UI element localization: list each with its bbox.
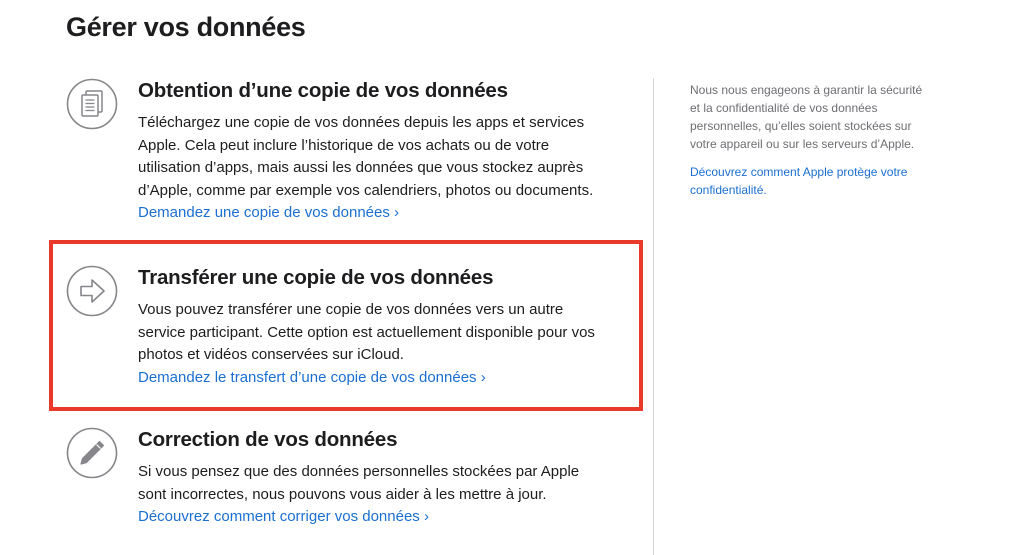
description-line: d’Apple, comme par exemple vos calendrie…	[138, 181, 594, 199]
aside-text-line: Nous nous engageons à garantir la sécuri…	[690, 83, 923, 97]
page-title: Gérer vos données	[66, 12, 306, 42]
aside-text-line: et la confidentialité de vos données	[690, 101, 878, 115]
vertical-divider	[653, 78, 654, 555]
privacy-protection-link[interactable]: Découvrez comment Apple protège votre co…	[690, 163, 945, 199]
link-line: Découvrez comment Apple protège votre	[690, 165, 908, 179]
request-copy-link[interactable]: Demandez une copie de vos données ›	[138, 202, 399, 224]
link-line: confidentialité.	[690, 183, 767, 197]
pencil-icon	[66, 427, 118, 479]
description-line: Téléchargez une copie de vos données dep…	[138, 114, 585, 131]
section-title: Correction de vos données	[138, 428, 398, 451]
section-description: Téléchargez une copie de vos données dep…	[138, 112, 628, 202]
arrow-right-icon	[66, 265, 118, 317]
description-line: Apple. Cela peut inclure l’historique de…	[138, 136, 550, 154]
section-description: Vous pouvez transférer une copie de vos …	[138, 299, 628, 367]
aside-text: Nous nous engageons à garantir la sécuri…	[690, 81, 945, 153]
description-line: Vous pouvez transférer une copie de vos …	[138, 301, 564, 318]
description-line: Si vous pensez que des données personnel…	[138, 463, 580, 480]
request-transfer-link[interactable]: Demandez le transfert d’une copie de vos…	[138, 367, 486, 389]
aside-text-line: personnelles, qu’elles soient stockées s…	[690, 119, 912, 133]
aside-text-line: votre appareil ou sur les serveurs d’App…	[690, 137, 915, 151]
documents-icon	[66, 78, 118, 130]
description-line: utilisation d’apps, mais aussi les donné…	[138, 159, 584, 176]
description-line: service participant. Cette option est ac…	[138, 323, 595, 341]
description-line: sont incorrectes, nous pouvons vous aide…	[138, 485, 547, 503]
privacy-aside: Nous nous engageons à garantir la sécuri…	[690, 81, 945, 199]
description-line: photos et vidéos conservées sur iCloud.	[138, 346, 404, 363]
section-description: Si vous pensez que des données personnel…	[138, 461, 628, 506]
correct-data-link[interactable]: Découvrez comment corriger vos données ›	[138, 506, 429, 528]
section-title: Obtention d’une copie de vos données	[138, 79, 508, 102]
section-title: Transférer une copie de vos données	[138, 266, 494, 289]
